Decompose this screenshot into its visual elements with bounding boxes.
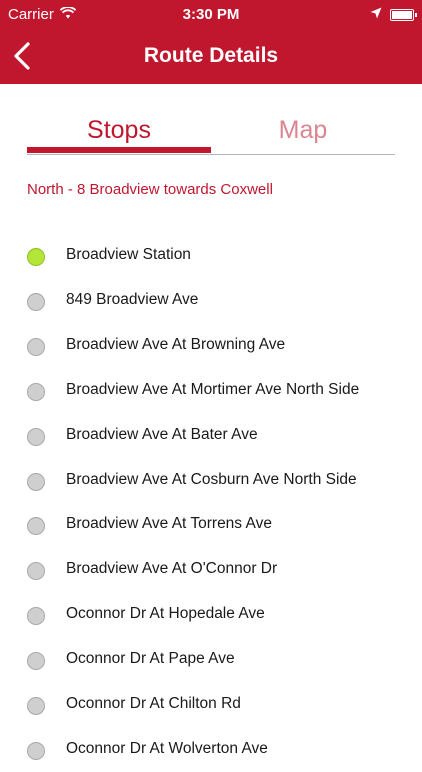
stop-active-indicator-icon xyxy=(27,248,45,266)
stop-indicator-icon xyxy=(27,652,45,670)
tab-baseline xyxy=(27,154,395,155)
stop-name: 849 Broadview Ave xyxy=(66,291,199,308)
stop-item[interactable]: Broadview Ave At Mortimer Ave North Side xyxy=(0,369,422,413)
page-title: Route Details xyxy=(143,44,279,67)
segment-tabs: Stops Map xyxy=(27,112,395,156)
stop-item[interactable]: Broadview Ave At Torrens Ave xyxy=(0,503,422,547)
stop-item[interactable]: Broadview Ave At Cosburn Ave North Side xyxy=(0,459,422,503)
location-arrow-icon xyxy=(370,6,382,23)
stop-name: Broadview Station xyxy=(66,246,191,263)
stop-indicator-icon xyxy=(27,293,45,311)
stop-indicator-icon xyxy=(27,338,45,356)
stop-indicator-icon xyxy=(27,517,45,535)
stop-name: Broadview Ave At Browning Ave xyxy=(66,336,286,353)
stop-item[interactable]: 849 Broadview Ave xyxy=(0,279,422,323)
battery-icon xyxy=(390,8,417,21)
route-direction-label: North - 8 Broadview towards Coxwell xyxy=(27,181,273,198)
tab-selected-indicator xyxy=(27,147,211,153)
stop-indicator-icon xyxy=(27,607,45,625)
stop-name: Broadview Ave At Mortimer Ave North Side xyxy=(66,381,360,398)
stop-item[interactable]: Oconnor Dr At Pape Ave xyxy=(0,638,422,682)
stop-item[interactable]: Oconnor Dr At Chilton Rd xyxy=(0,683,422,727)
stop-name: Broadview Ave At Cosburn Ave North Side xyxy=(66,471,357,488)
stop-name: Oconnor Dr At Pape Ave xyxy=(66,650,235,667)
stop-item[interactable]: Broadview Ave At Bater Ave xyxy=(0,414,422,458)
stop-indicator-icon xyxy=(27,562,45,580)
stop-name: Broadview Ave At Torrens Ave xyxy=(66,515,272,532)
tab-map[interactable]: Map xyxy=(211,112,395,152)
stop-item[interactable]: Oconnor Dr At Hopedale Ave xyxy=(0,593,422,637)
stop-item[interactable]: Oconnor Dr At Wolverton Ave xyxy=(0,728,422,772)
status-bar: Carrier 3:30 PM xyxy=(0,0,422,30)
header: Carrier 3:30 PM Route Details xyxy=(0,0,422,84)
stop-indicator-icon xyxy=(27,742,45,760)
stop-item[interactable]: Broadview Ave At Browning Ave xyxy=(0,324,422,368)
stop-name: Broadview Ave At Bater Ave xyxy=(66,426,258,443)
status-time: 3:30 PM xyxy=(182,6,240,23)
stop-item[interactable]: Broadview Station xyxy=(0,234,422,278)
nav-bar: Route Details xyxy=(0,30,422,84)
stop-indicator-icon xyxy=(27,473,45,491)
stop-indicator-icon xyxy=(27,428,45,446)
stop-item[interactable]: Broadview Ave At O'Connor Dr xyxy=(0,548,422,592)
status-right xyxy=(370,6,417,23)
stop-name: Oconnor Dr At Chilton Rd xyxy=(66,695,241,712)
stop-name: Oconnor Dr At Hopedale Ave xyxy=(66,605,265,622)
stop-indicator-icon xyxy=(27,697,45,715)
stop-indicator-icon xyxy=(27,383,45,401)
stop-name: Oconnor Dr At Wolverton Ave xyxy=(66,740,268,757)
tab-stops[interactable]: Stops xyxy=(27,112,211,152)
stop-name: Broadview Ave At O'Connor Dr xyxy=(66,560,278,577)
